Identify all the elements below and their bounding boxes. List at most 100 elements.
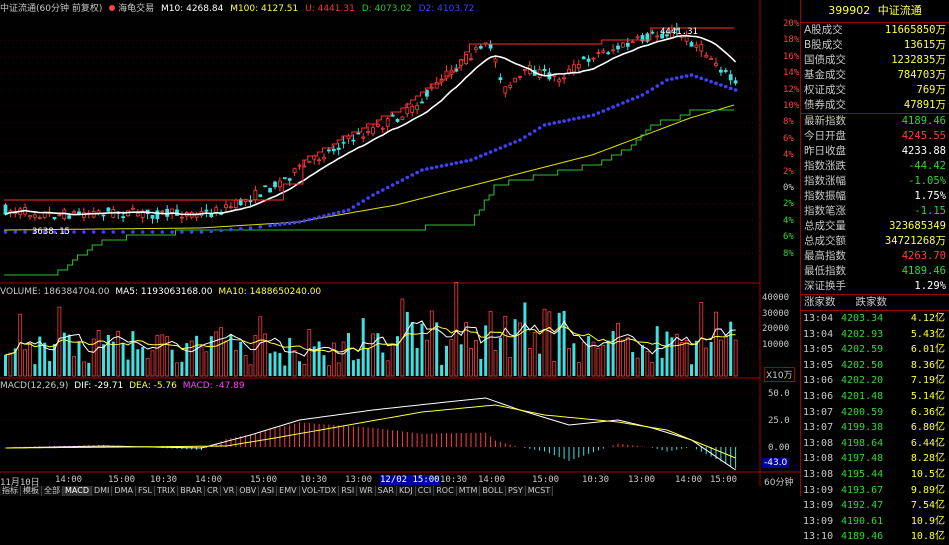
tick-list[interactable]: 13:04 4203.34 4.12亿 13:04 4202.93 5.43亿 13:05 4… [801,311,949,545]
tick-time: 13:05 [803,344,834,356]
toolbar-tab-dma[interactable]: DMA [112,486,136,496]
toolbar-tab-vr[interactable]: VR [221,486,238,496]
toolbar-tab-obv[interactable]: OBV [237,486,260,496]
period-selector[interactable]: 60分钟 [764,475,793,488]
time-tick: 13:00 [628,475,656,485]
toolbar-tab-cci[interactable]: CCI [415,486,435,496]
d2-dot [586,114,591,118]
tick-volume: 7.19亿 [910,375,945,387]
d2-dot [464,159,468,163]
volume-bar [714,311,718,377]
candlestick-chart[interactable]: 4441.31 3638.15 [0,0,800,486]
tick-price: 4198.64 [841,437,884,449]
toolbar-tab-vol-tdx[interactable]: VOL-TDX [299,486,340,496]
toolbar-tab-fsl[interactable]: FSL [135,486,155,496]
candle-body [72,211,76,214]
toolbar-tab-roc[interactable]: ROC [434,486,457,496]
candle-body [709,58,713,60]
d2-dot [278,222,282,227]
d2-dot [626,99,630,103]
toolbar-tab-trix[interactable]: TRIX [154,486,179,496]
toolbar-tab-全部[interactable]: 全部 [42,486,63,496]
stat-row: 指数涨幅 -1.05% [801,174,949,189]
candle-body [101,214,106,217]
time-tick: 15:00 [710,475,738,485]
percent-tick: 2% [783,199,794,210]
volume-bar [145,358,150,377]
toolbar-tab-kdj[interactable]: KDJ [396,486,416,496]
volume-bar [351,360,355,376]
volume-bar [655,326,659,376]
candle-body [385,118,390,127]
volume-bar [356,358,360,376]
candle-body [621,42,625,48]
volume-bar [116,331,121,377]
candle-body [155,210,160,220]
candle-body [420,101,424,104]
stat-value: 34721268万 [884,235,946,247]
low-label: 3638.15 [32,227,70,237]
volume-bar [611,331,615,376]
stat-row: 今日开盘 4245.55 [801,129,949,144]
toolbar-tab-emv[interactable]: EMV [277,486,300,496]
candle-body [400,116,405,120]
volume-bar [385,360,390,377]
toolbar-tab-mtm[interactable]: MTM [456,486,481,496]
time-tick: 10:30 [440,475,468,485]
stat-row: 总成交额 34721268万 [801,234,949,249]
volume-bar [635,357,640,377]
volume-bar [488,310,493,377]
toolbar-tab-wr[interactable]: WR [357,486,376,496]
d2-dot [474,156,478,160]
toolbar-tab-cr[interactable]: CR [205,486,222,496]
candle-body [258,194,263,197]
toolbar-tab-dmi[interactable]: DMI [91,486,113,496]
d2-dot [327,213,331,217]
candle-body [317,159,322,162]
tick-volume: 4.12亿 [910,313,945,324]
toolbar-tab-macd[interactable]: MACD [63,486,92,496]
candle-body [253,189,258,200]
toolbar-tab-boll[interactable]: BOLL [480,486,506,496]
stat-label: 指数涨跌 [804,160,846,172]
d2-dot [376,190,380,195]
turnover-row: A股成交 11665850万 [801,23,949,38]
d2-dot [596,111,601,115]
candle-body [557,79,562,83]
candle-body [341,141,346,144]
stat-label: 指数涨幅 [804,175,846,187]
candle-body [508,84,513,88]
volume-bar [77,341,81,376]
toolbar-tab-asi[interactable]: ASI [259,486,278,496]
toolbar-tab-指标[interactable]: 指标 [0,486,21,496]
tick-price: 4202.50 [841,359,884,371]
candle-body [733,80,738,84]
tick-row: 13:09 4190.61 10.9亿 [801,514,949,530]
toolbar-tab-brar[interactable]: BRAR [178,486,206,496]
stat-row: 指数笔涨 -1.15 [801,204,949,219]
stat-label: 今日开盘 [804,130,846,142]
volume-bar [538,353,542,376]
toolbar-tab-sar[interactable]: SAR [375,486,397,496]
candle-body [473,47,478,50]
d2-dot [728,86,733,91]
candle-body [3,204,8,215]
toolbar-tab-mcst[interactable]: MCST [525,486,554,496]
tick-row: 13:05 4202.59 6.01亿 [801,342,949,358]
candle-body [699,44,704,52]
turnover-value: 1232835万 [891,54,946,66]
toolbar-tab-psy[interactable]: PSY [505,486,526,496]
tick-time: 13:08 [803,437,834,449]
tick-volume: 5.14亿 [910,390,945,402]
macd-tick: 25.0 [768,416,790,426]
tick-price: 4189.46 [841,531,884,543]
time-tick: 10:30 [300,475,328,485]
candle-body [209,213,214,218]
toolbar-tab-模板[interactable]: 模板 [21,486,42,496]
tick-price: 4202.20 [841,375,884,387]
toolbar-tab-rsi[interactable]: RSI [339,486,358,496]
volume-unit: X10万 [764,367,795,382]
chart-area[interactable]: 中证流通(60分钟 前复权) 海龟交易 M10: 4268.84 M100: 4… [0,0,800,496]
d2-dot [72,230,76,234]
volume-bar [587,336,591,376]
